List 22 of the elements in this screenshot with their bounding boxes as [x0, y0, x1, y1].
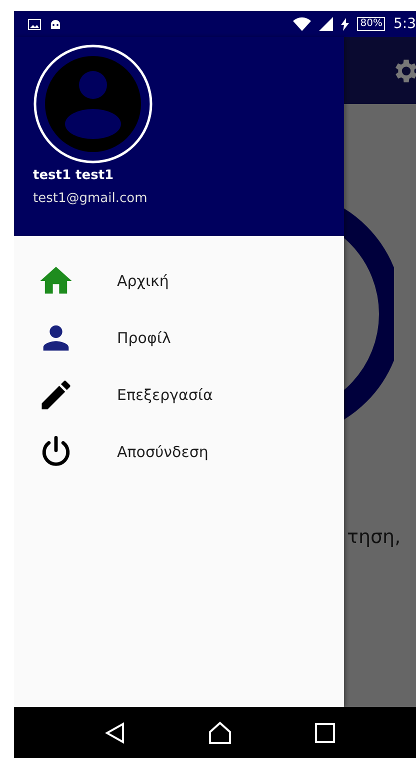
avatar-icon — [33, 44, 153, 164]
battery-level: 80% — [357, 17, 386, 31]
menu-item[interactable]: Αρχική — [14, 252, 344, 309]
bolt-icon — [341, 18, 350, 30]
menu-item[interactable]: Προφίλ — [14, 309, 344, 366]
menu-label: Επεξεργασία — [117, 386, 213, 404]
wifi-icon — [293, 17, 312, 31]
android-icon — [49, 18, 62, 30]
signal-icon — [319, 17, 334, 31]
menu-item[interactable]: Αποσύνδεση — [14, 423, 344, 480]
home-icon[interactable] — [208, 720, 232, 744]
user-name: test1 test1 — [33, 168, 115, 183]
image-icon — [28, 18, 41, 30]
user-email: test1@gmail.com — [33, 191, 148, 206]
menu-label: Αρχική — [117, 272, 169, 290]
body-text: τηση, — [347, 526, 401, 548]
menu-item[interactable]: Επεξεργασία — [14, 366, 344, 423]
back-icon[interactable] — [105, 722, 126, 744]
recents-icon[interactable] — [314, 722, 335, 742]
clock-time: 5:3 — [393, 16, 416, 32]
menu-label: Αποσύνδεση — [117, 442, 208, 460]
menu-label: Προφίλ — [117, 328, 171, 346]
